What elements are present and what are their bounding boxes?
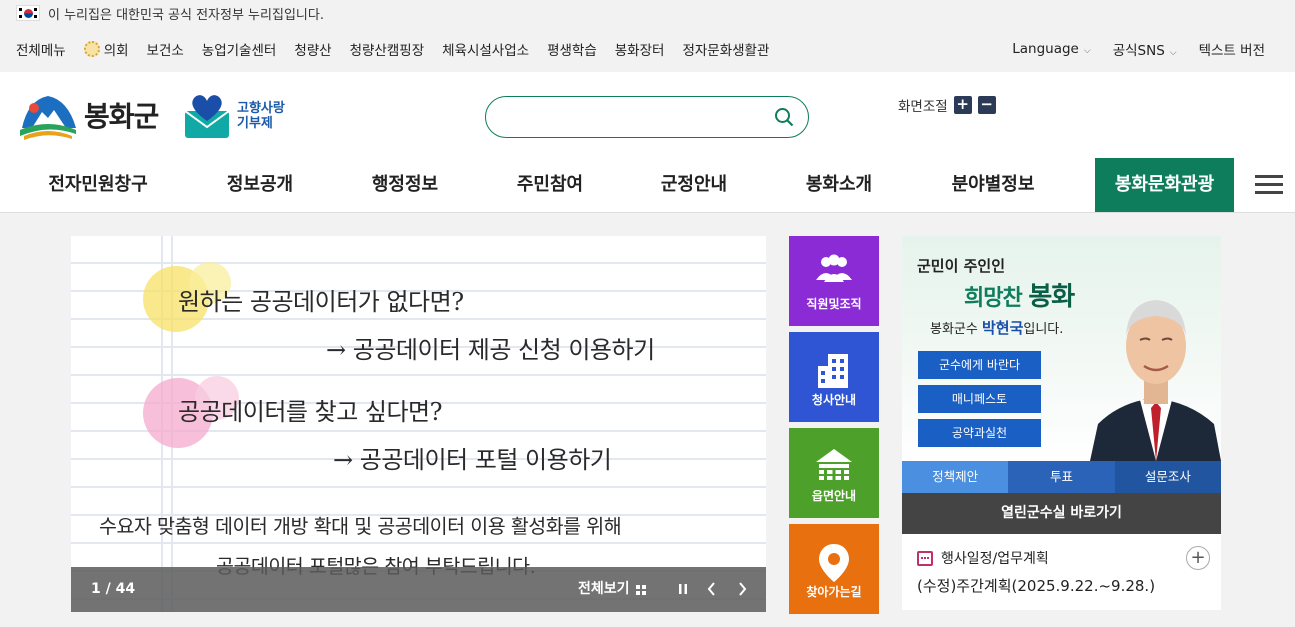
hamburger-menu-icon[interactable] xyxy=(1255,175,1283,195)
tile-label: 찾아가는길 xyxy=(806,585,862,599)
tile-label: 직원및조직 xyxy=(806,297,862,311)
chevron-down-icon: ⌵ xyxy=(1083,46,1091,56)
more-plus-button[interactable]: + xyxy=(1186,546,1210,570)
mayor-intro: 봉화군수 박현국입니다. xyxy=(930,317,1063,338)
zoom-out-button[interactable]: − xyxy=(977,96,996,114)
manifesto-button[interactable]: 매니페스토 xyxy=(918,385,1041,413)
tile-label: 청사안내 xyxy=(811,393,857,407)
logo-text: 봉화군 xyxy=(84,100,159,133)
camping-link[interactable]: 청량산캠핑장 xyxy=(350,39,425,59)
nav-item-field-info[interactable]: 분야별정보 xyxy=(923,158,1063,212)
visual-line-3: 공공데이터를 찾고 싶다면? xyxy=(178,398,443,426)
search-input[interactable] xyxy=(502,97,772,137)
slide-counter: 1 / 44 xyxy=(91,581,136,597)
tile-directions[interactable]: 찾아가는길 xyxy=(789,524,879,614)
chevron-right-icon[interactable] xyxy=(733,580,751,598)
tile-town-guide[interactable]: 읍면안내 xyxy=(789,428,879,518)
mayor-slogan: 희망찬 봉화 xyxy=(964,276,1075,313)
slogan-part-b: 봉화 xyxy=(1028,282,1075,312)
pledge-button[interactable]: 공약과실천 xyxy=(918,419,1041,447)
visual-line-1: 원하는 공공데이터가 없다면? xyxy=(178,288,464,316)
jeongja-culture-link[interactable]: 정자문화생활관 xyxy=(682,39,769,59)
visual-line-5: 수요자 맞춤형 데이터 개방 확대 및 공공데이터 이용 활성화를 위해 xyxy=(99,515,622,538)
mayor-subtitle: 군민이 주인인 xyxy=(917,257,1006,275)
sns-dropdown[interactable]: 공식SNS ⌵ xyxy=(1113,39,1177,59)
market-link[interactable]: 봉화장터 xyxy=(615,39,665,59)
zoom-control: 화면조절 + − xyxy=(898,95,996,115)
nav-item-participation[interactable]: 주민참여 xyxy=(480,158,620,212)
hometown-donation-link[interactable]: 고향사랑 기부제 xyxy=(183,93,285,139)
pause-icon[interactable] xyxy=(674,580,692,598)
calendar-icon xyxy=(917,550,933,566)
sports-facility-link[interactable]: 체육시설사업소 xyxy=(442,39,529,59)
visual-line-2: → 공공데이터 제공 신청 이용하기 xyxy=(326,336,655,364)
chevron-left-icon[interactable] xyxy=(703,580,721,598)
cheongnyangsan-link[interactable]: 청량산 xyxy=(294,39,331,59)
main-visual-slider[interactable]: 원하는 공공데이터가 없다면? → 공공데이터 제공 신청 이용하기 공공데이터… xyxy=(71,236,766,612)
mayor-intro-pre: 봉화군수 xyxy=(930,322,982,337)
language-label: Language xyxy=(1012,41,1079,57)
nav-item-admin-info[interactable]: 행정정보 xyxy=(335,158,475,212)
tile-building-guide[interactable]: 청사안내 xyxy=(789,332,879,422)
nav-item-about[interactable]: 봉화소개 xyxy=(769,158,909,212)
schedule-title: 행사일정/업무계획 xyxy=(917,548,1049,568)
zoom-label: 화면조절 xyxy=(898,99,948,115)
mayor-banner: 군민이 주인인 희망찬 봉화 봉화군수 박현국입니다. 군수에게 바란다 매니페… xyxy=(902,236,1221,461)
search-box xyxy=(485,96,809,138)
schedule-item[interactable]: (수정)주간계획(2025.9.22.~9.28.) xyxy=(917,575,1155,596)
council-flower-icon xyxy=(83,41,100,57)
nav-item-civil-service[interactable]: 전자민원창구 xyxy=(28,158,168,212)
mayor-intro-post: 입니다. xyxy=(1023,322,1064,337)
nav-item-county-guide[interactable]: 군정안내 xyxy=(624,158,764,212)
council-label: 의회 xyxy=(103,43,129,59)
visual-line-4: → 공공데이터 포털 이용하기 xyxy=(333,446,612,474)
heart-envelope-icon xyxy=(183,93,231,139)
chevron-down-icon: ⌵ xyxy=(1169,48,1177,58)
tile-staff-organization[interactable]: 직원및조직 xyxy=(789,236,879,326)
lifelong-learning-link[interactable]: 평생학습 xyxy=(547,39,597,59)
tab-policy-proposal[interactable]: 정책제안 xyxy=(902,461,1009,493)
mayor-name: 박현국 xyxy=(981,319,1024,337)
view-all-button[interactable]: 전체보기 xyxy=(578,567,646,612)
schedule-panel: 행사일정/업무계획 + (수정)주간계획(2025.9.22.~9.28.) xyxy=(902,534,1221,610)
gov-banner-text: 이 누리집은 대한민국 공식 전자정부 누리집입니다. xyxy=(48,7,324,23)
request-to-mayor-button[interactable]: 군수에게 바란다 xyxy=(918,351,1041,379)
gov-banner: 이 누리집은 대한민국 공식 전자정부 누리집입니다. xyxy=(0,0,1295,26)
language-dropdown[interactable]: Language ⌵ xyxy=(1012,41,1090,57)
slider-control-bar: 1 / 44 전체보기 xyxy=(71,567,766,612)
site-logo[interactable]: 봉화군 xyxy=(18,90,159,140)
header: 봉화군 고향사랑 기부제 화면조절 + − xyxy=(0,72,1295,158)
hometax-line2: 기부제 xyxy=(237,116,273,131)
tab-vote[interactable]: 투표 xyxy=(1008,461,1115,493)
tab-survey[interactable]: 설문조사 xyxy=(1114,461,1221,493)
all-menu-link[interactable]: 전체메뉴 xyxy=(16,39,66,59)
health-center-link[interactable]: 보건소 xyxy=(147,39,184,59)
slogan-part-a: 희망찬 xyxy=(964,286,1029,311)
open-mayor-office-link[interactable]: 열린군수실 바로가기 xyxy=(902,493,1221,534)
nav-item-info-disclosure[interactable]: 정보공개 xyxy=(190,158,330,212)
bonghwa-logo-icon xyxy=(18,90,78,140)
mayor-portrait xyxy=(1090,274,1221,461)
council-link[interactable]: 의회 xyxy=(83,39,129,59)
mayor-tabs: 정책제안 투표 설문조사 xyxy=(902,461,1221,493)
search-icon[interactable] xyxy=(774,107,794,127)
text-version-link[interactable]: 텍스트 버전 xyxy=(1199,39,1265,59)
hometax-line1: 고향사랑 xyxy=(237,101,285,116)
zoom-in-button[interactable]: + xyxy=(953,96,972,114)
sns-label: 공식SNS xyxy=(1112,43,1165,59)
utility-bar: 전체메뉴 의회 보건소 농업기술센터 청량산 청량산캠핑장 체육시설사업소 평생… xyxy=(0,26,1295,72)
grid-icon xyxy=(635,584,646,595)
main-navigation: 전자민원창구 정보공개 행정정보 주민참여 군정안내 봉화소개 분야별정보 봉화… xyxy=(0,158,1295,213)
nav-item-culture-tourism[interactable]: 봉화문화관광 xyxy=(1095,158,1234,212)
view-all-label: 전체보기 xyxy=(578,581,630,597)
korea-flag-icon xyxy=(16,5,40,21)
schedule-title-text: 행사일정/업무계획 xyxy=(941,551,1049,567)
agri-center-link[interactable]: 농업기술센터 xyxy=(202,39,277,59)
tile-label: 읍면안내 xyxy=(811,489,857,503)
